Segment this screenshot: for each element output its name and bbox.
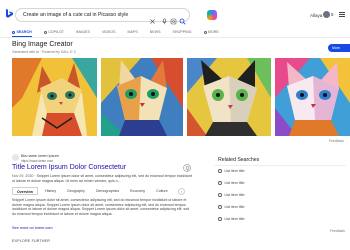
generated-cat-image-4[interactable]	[275, 58, 350, 136]
search-icon	[218, 181, 222, 185]
result-body-text: Snippet Lorem ipsum dolor sit amet, cons…	[12, 198, 190, 216]
related-search-item[interactable]: List item title	[218, 191, 244, 199]
search-box[interactable]: Create an image of a cute cat in Picasso…	[15, 8, 190, 25]
related-search-item[interactable]: List item title	[218, 215, 244, 223]
result-tabs: Overview History Geography Demographics …	[12, 187, 172, 195]
result-snippet-text: Snippet Lorem ipsum dolor sit amet, cons…	[12, 174, 193, 183]
search-tabs: SEARCH COPILOT IMAGES VIDEOS MAPS NEWS S…	[12, 28, 219, 37]
clear-icon[interactable]	[149, 12, 156, 24]
result-tab-demographics[interactable]: Demographics	[92, 187, 123, 195]
tab-videos[interactable]: VIDEOS	[102, 28, 116, 36]
chevron-right-icon[interactable]: ›	[178, 188, 185, 195]
related-search-item[interactable]: List item title	[218, 167, 244, 175]
related-searches-title: Related Searches	[218, 157, 260, 163]
tab-news[interactable]: NEWS	[150, 28, 161, 36]
tab-shopping[interactable]: SHOPPING	[173, 28, 192, 36]
search-icon	[218, 217, 222, 221]
rewards-count[interactable]: 5	[331, 12, 334, 17]
image-feedback-link[interactable]: Feedback	[329, 139, 344, 143]
site-url[interactable]: https://www.lorem.com	[21, 159, 53, 163]
image-creator-more-button[interactable]: More	[328, 44, 350, 52]
related-search-item[interactable]: List item title	[218, 203, 244, 211]
result-tab-history[interactable]: History	[41, 187, 60, 195]
related-search-item[interactable]: List item title	[218, 179, 244, 187]
image-creator-subtitle: Generated with AI · Powered by DALL·E 3	[12, 50, 76, 54]
image-creator-title: Bing Image Creator	[12, 41, 73, 48]
result-tab-overview[interactable]: Overview	[12, 187, 38, 195]
search-icon	[218, 169, 222, 173]
copilot-icon	[43, 30, 47, 34]
avatar[interactable]	[323, 11, 330, 18]
search-input[interactable]: Create an image of a cute cat in Picasso…	[23, 12, 128, 18]
generated-cat-image-2[interactable]	[101, 58, 183, 136]
copilot-icon[interactable]	[207, 10, 217, 20]
tab-maps[interactable]: MAPS	[128, 28, 138, 36]
top-header: Create an image of a cute cat in Picasso…	[0, 0, 350, 28]
site-name[interactable]: Bla name lorem ipsum	[21, 154, 59, 158]
generated-cat-image-1[interactable]	[12, 58, 97, 136]
result-snippet: Nov 29, 2030 · Snippet Lorem ipsum dolor…	[12, 174, 193, 183]
bing-logo-icon[interactable]	[6, 9, 13, 18]
lightbulb-icon[interactable]	[183, 164, 191, 172]
result-date: Nov 29, 2030	[12, 174, 34, 178]
result-tab-geography[interactable]: Geography	[63, 187, 89, 195]
result-tab-culture[interactable]: Culture	[152, 187, 172, 195]
result-tab-economy[interactable]: Economy	[126, 187, 149, 195]
tab-more[interactable]: MORE	[203, 28, 219, 36]
result-title-link[interactable]: Title Lorem Ipsum Dolor Consectetur	[12, 164, 126, 171]
microphone-icon[interactable]	[161, 12, 168, 25]
generated-cat-image-3[interactable]	[187, 58, 271, 136]
header-divider	[0, 37, 350, 38]
search-icon	[218, 205, 222, 209]
search-icon	[218, 193, 222, 197]
search-icon[interactable]	[179, 12, 186, 25]
see-more-link[interactable]: See more on lorem.com	[12, 226, 53, 230]
tab-images[interactable]: IMAGES	[76, 28, 90, 36]
search-icon	[12, 30, 15, 34]
related-feedback-link[interactable]: Feedback	[330, 229, 345, 233]
explore-further-heading: EXPLORE FURTHER	[12, 239, 51, 243]
hamburger-menu-icon[interactable]	[339, 12, 345, 17]
more-dots-icon	[203, 30, 207, 34]
user-name[interactable]: Allaya	[310, 13, 322, 18]
site-favicon-icon	[12, 154, 19, 161]
tab-search[interactable]: SEARCH	[12, 28, 32, 37]
tab-copilot[interactable]: COPILOT	[43, 28, 64, 36]
visual-search-icon[interactable]	[170, 12, 177, 25]
